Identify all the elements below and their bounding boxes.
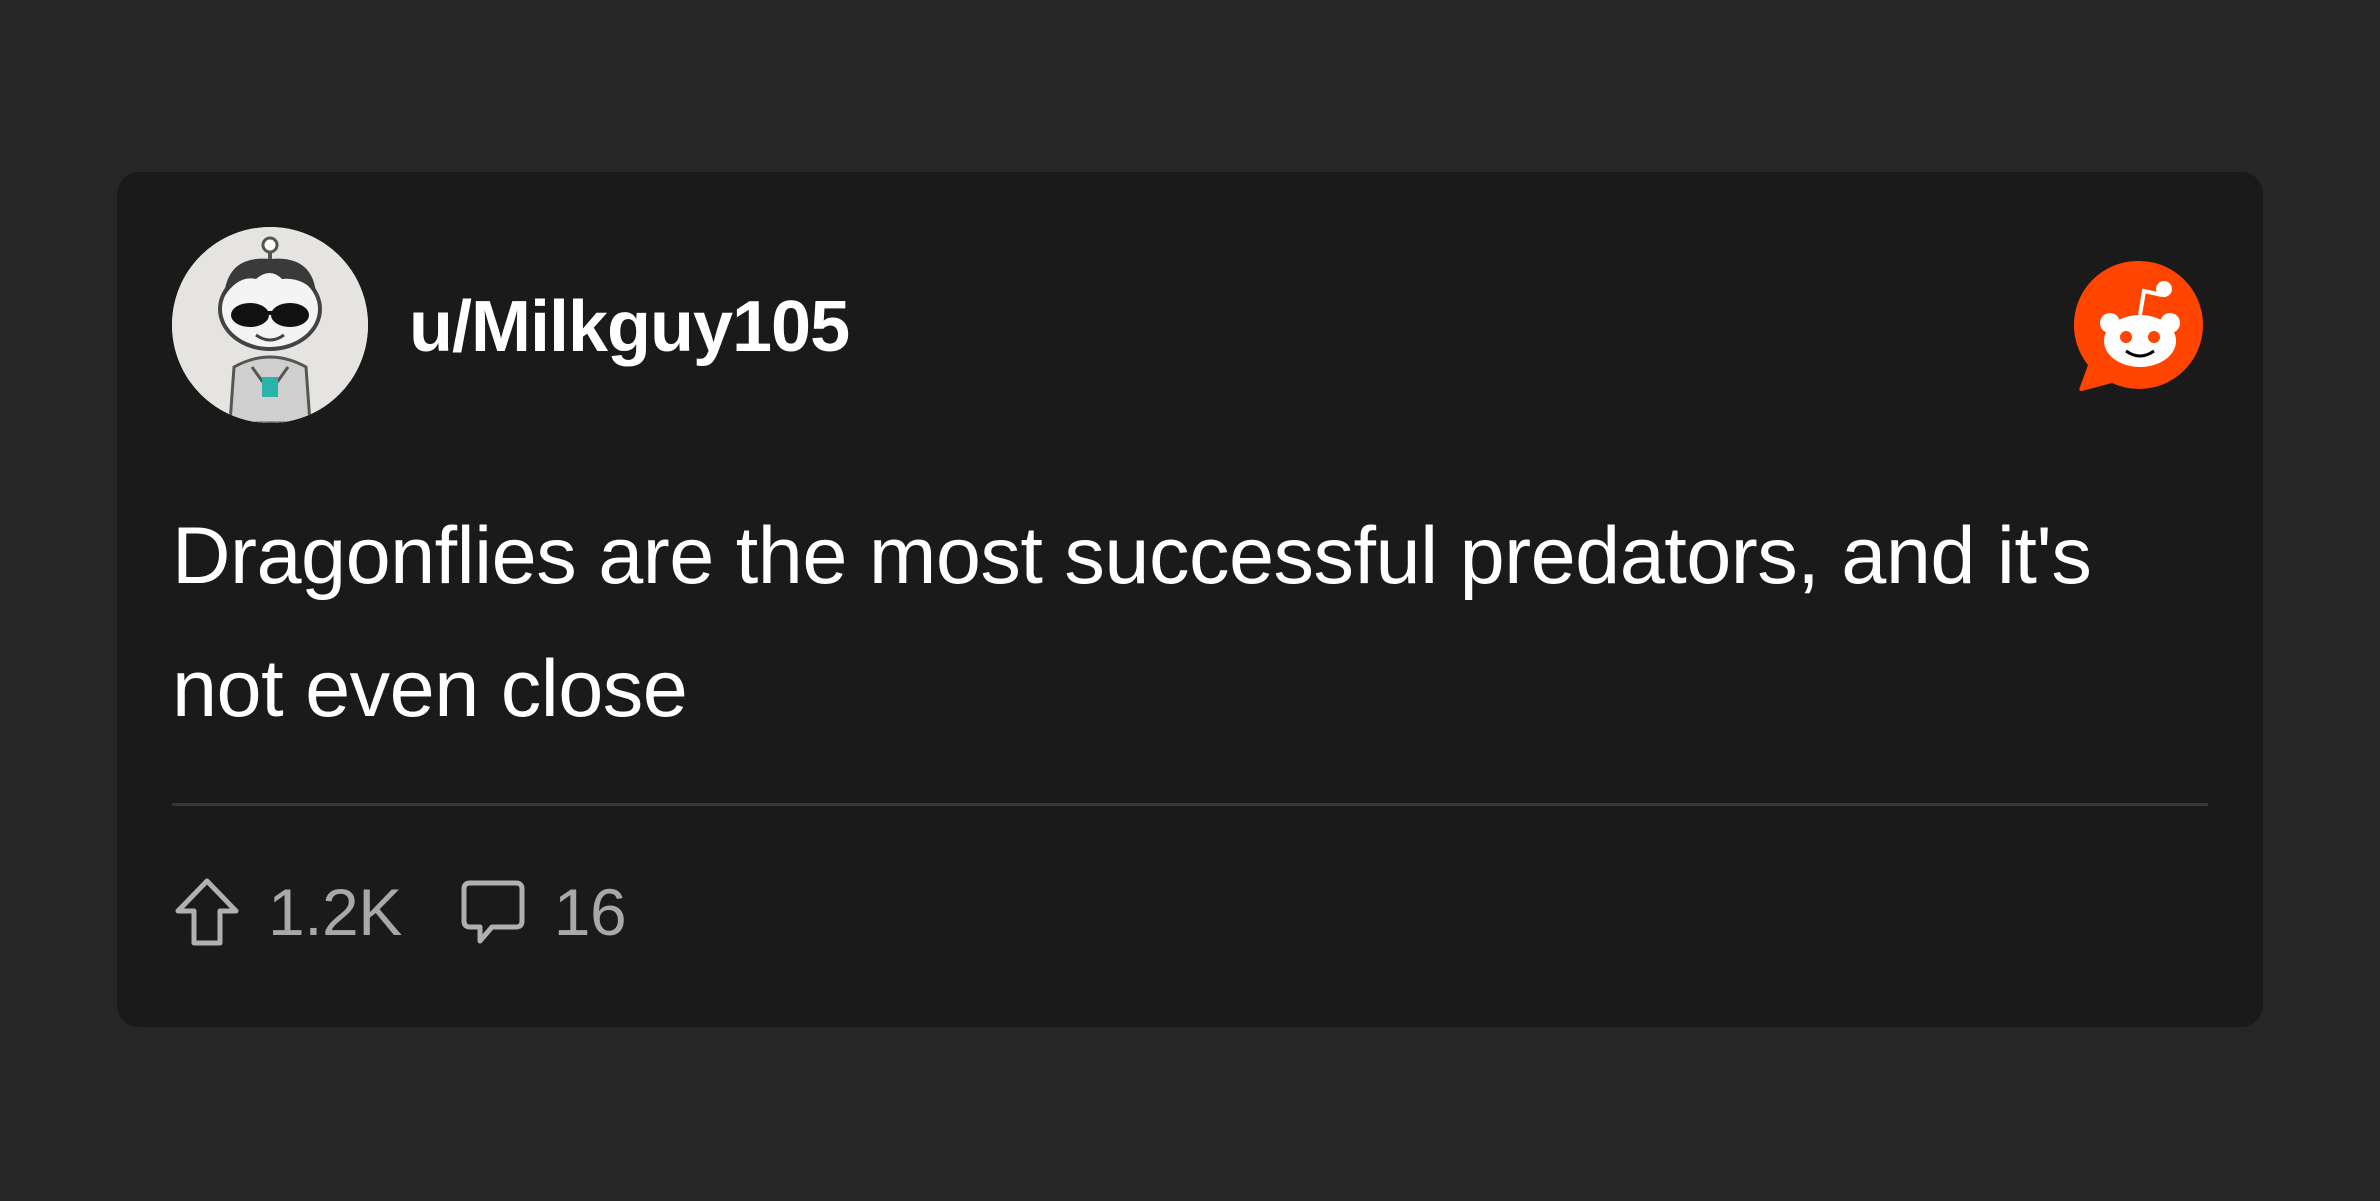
post-stats: 1.2K 16 [172, 872, 627, 952]
reddit-logo-icon [2072, 257, 2208, 393]
post-card[interactable]: u/Milkguy105 Dragonflies are the most su… [117, 172, 2263, 1027]
upvote-arrow-icon[interactable] [172, 877, 242, 947]
snoo-avatar-icon [172, 227, 368, 423]
divider [172, 803, 2208, 806]
username[interactable]: u/Milkguy105 [409, 287, 850, 367]
comment-bubble-icon[interactable] [458, 877, 528, 947]
comment-count: 16 [553, 875, 627, 949]
user-avatar[interactable] [172, 227, 368, 423]
post-header: u/Milkguy105 [172, 227, 2208, 423]
post-title[interactable]: Dragonflies are the most successful pred… [172, 490, 2208, 756]
upvote-count: 1.2K [268, 875, 402, 949]
